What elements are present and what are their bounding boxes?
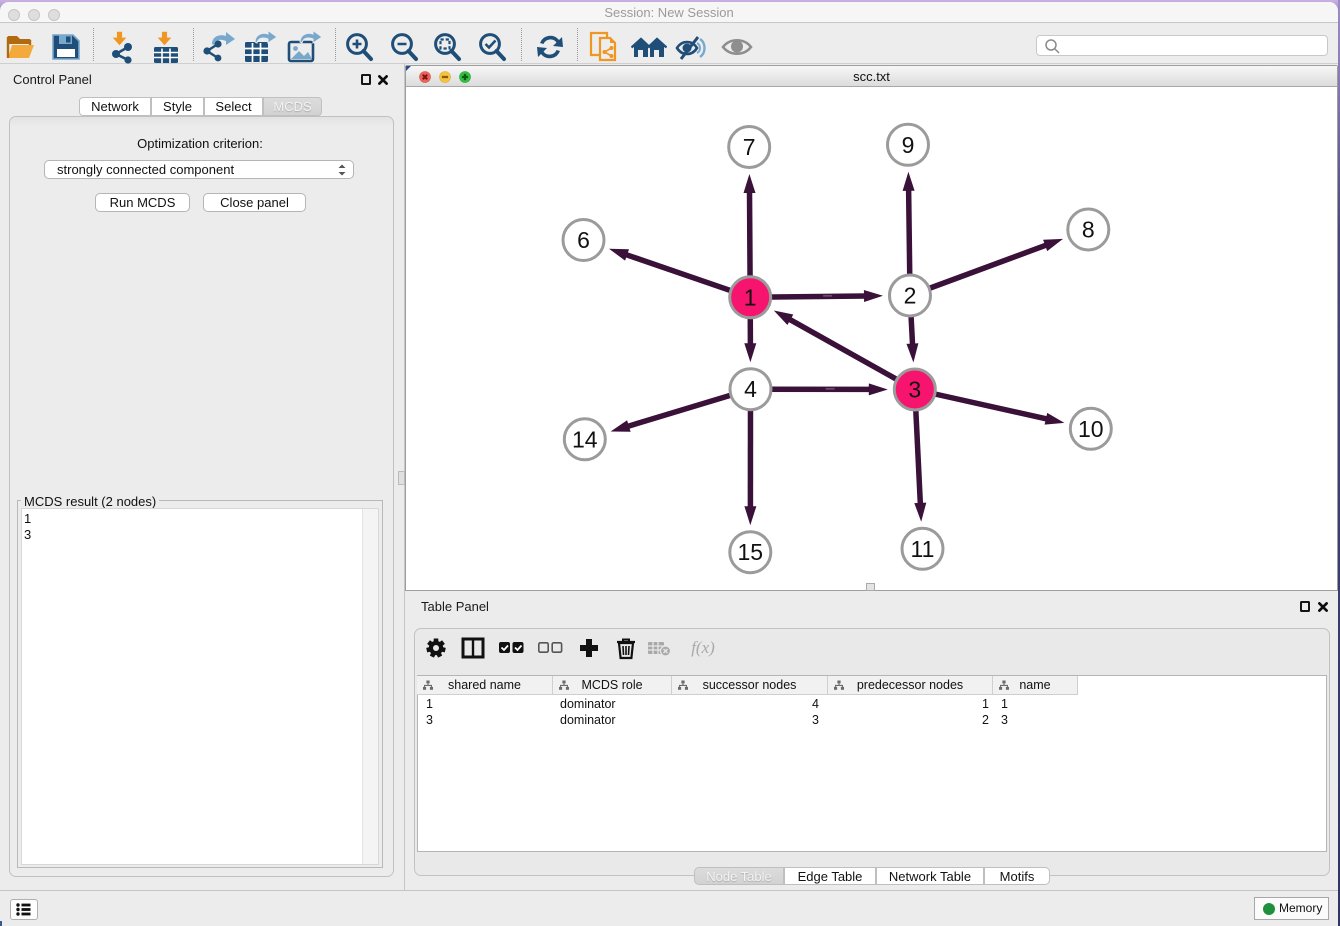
svg-text:4: 4 [744, 376, 757, 402]
svg-text:7: 7 [743, 134, 756, 160]
svg-text:14: 14 [572, 426, 598, 452]
svg-text:6: 6 [577, 227, 590, 253]
svg-text:15: 15 [738, 539, 764, 565]
svg-text:11: 11 [911, 536, 935, 562]
svg-text:8: 8 [1082, 217, 1095, 243]
svg-text:1: 1 [744, 284, 757, 310]
svg-text:3: 3 [908, 377, 921, 403]
svg-text:2: 2 [904, 283, 917, 309]
svg-text:9: 9 [902, 132, 915, 158]
svg-text:10: 10 [1078, 416, 1104, 442]
